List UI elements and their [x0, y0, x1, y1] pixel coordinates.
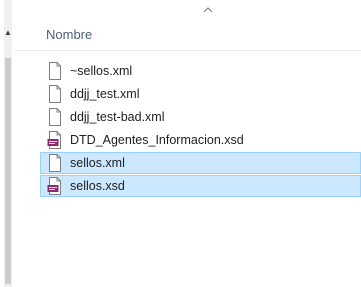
file-row[interactable]: sellos.xsd — [40, 175, 361, 197]
file-row[interactable]: DTD_Agentes_Informacion.xsd — [40, 129, 361, 151]
file-name: sellos.xml — [70, 156, 125, 170]
blank-file-icon — [49, 154, 61, 172]
file-name: ddjj_test.xml — [70, 87, 140, 101]
file-name: ~sellos.xml — [70, 64, 133, 78]
scroll-up-arrow-icon[interactable]: ▲ — [4, 28, 12, 38]
file-row[interactable]: ddjj_test.xml — [40, 83, 361, 105]
column-header-row: Nombre — [14, 0, 361, 51]
file-row[interactable]: sellos.xml — [40, 152, 361, 174]
file-name: sellos.xsd — [70, 179, 125, 193]
blank-file-icon — [49, 85, 61, 103]
xsd-file-icon — [47, 177, 61, 195]
navigation-scroll-thumb[interactable] — [5, 58, 11, 284]
blank-file-icon — [49, 108, 61, 126]
name-column-header[interactable]: Nombre — [46, 27, 92, 42]
file-list: ~sellos.xml ddjj_test.xml ddjj_test-bad.… — [40, 60, 361, 198]
file-row[interactable]: ddjj_test-bad.xml — [40, 106, 361, 128]
navigation-pane: ▲ — [0, 0, 14, 287]
file-name: DTD_Agentes_Informacion.xsd — [70, 133, 244, 147]
sort-ascending-icon — [203, 7, 213, 13]
blank-file-icon — [49, 62, 61, 80]
xsd-file-icon — [47, 131, 61, 149]
file-name: ddjj_test-bad.xml — [70, 110, 165, 124]
file-row[interactable]: ~sellos.xml — [40, 60, 361, 82]
